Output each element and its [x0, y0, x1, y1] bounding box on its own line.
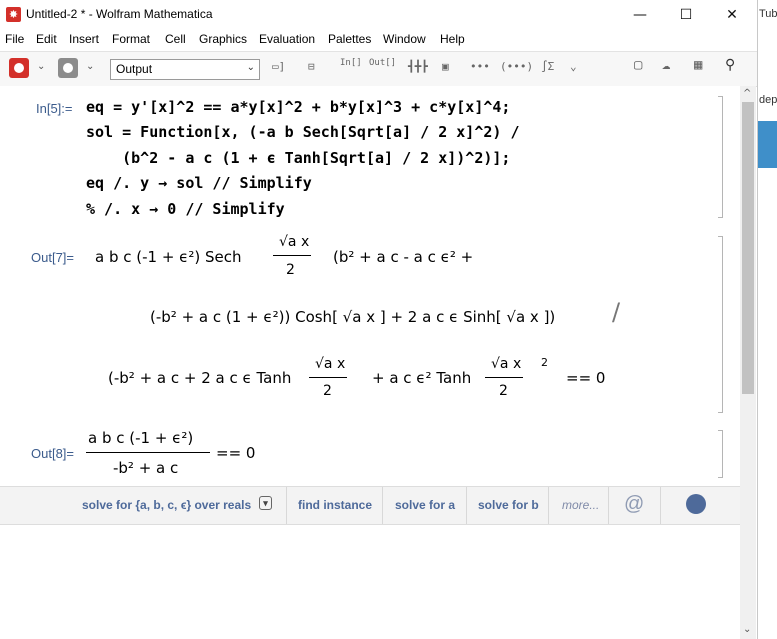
output-expression: (-b² + a c (1 + ϵ²)) Cosh[ √a x ] + 2 a … — [150, 308, 556, 326]
chevron-down-icon: ⌄ — [246, 62, 255, 73]
output-expression: 2 — [286, 262, 295, 278]
background-window-text: dep — [759, 94, 777, 106]
menu-file[interactable]: File — [5, 32, 24, 46]
division-slash: / — [612, 298, 621, 326]
vertical-scrollbar[interactable]: ^ ⌄ — [740, 86, 756, 639]
cloud-upload-icon[interactable]: ☁ — [662, 57, 670, 73]
input-line[interactable]: sol = Function[x, (-a b Sech[Sqrt[a] / 2… — [86, 123, 519, 141]
output-expression: 2 — [323, 383, 332, 399]
cell-bracket[interactable] — [718, 236, 723, 413]
output-label: Out[7]= — [31, 250, 74, 265]
menu-window[interactable]: Window — [383, 32, 426, 46]
input-line[interactable]: eq = y'[x]^2 == a*y[x]^2 + b*y[x]^3 + c*… — [86, 98, 510, 116]
output-expression: == 0 — [566, 369, 606, 387]
chevron-down-icon[interactable]: ⌄ — [37, 61, 45, 72]
output-expression: a b c (-1 + ϵ²) — [88, 429, 194, 447]
notebook-area: In[5]:= eq = y'[x]^2 == a*y[x]^2 + b*y[x… — [0, 86, 740, 486]
fraction-line — [485, 377, 523, 378]
minimize-button[interactable]: — — [617, 0, 663, 30]
divider — [286, 487, 287, 524]
output-expression: + a c ϵ² Tanh — [372, 369, 472, 387]
screenshot-icon[interactable]: ▣ — [442, 60, 449, 73]
keyboard-icon[interactable]: ▦ — [694, 57, 702, 73]
settings-icon[interactable] — [58, 58, 78, 78]
suggestion-find-instance[interactable]: find instance — [298, 498, 372, 512]
ellipsis-icon[interactable]: ••• — [470, 60, 490, 73]
bullets-icon[interactable]: (•••) — [500, 60, 533, 73]
menu-insert[interactable]: Insert — [69, 32, 99, 46]
chevron-down-icon[interactable]: ⌄ — [86, 61, 94, 72]
output-expression: √a x — [315, 356, 346, 372]
menu-format[interactable]: Format — [112, 32, 150, 46]
fraction-line — [309, 377, 347, 378]
integral-icon[interactable]: ∫Σ — [541, 60, 554, 73]
scroll-down-arrow-icon[interactable]: ⌄ — [743, 624, 751, 635]
output-expression: 2 — [499, 383, 508, 399]
chevron-down-icon[interactable]: ▾ — [259, 496, 272, 510]
suggestions-bar: solve for {a, b, c, ϵ} over reals ▾ find… — [0, 486, 740, 525]
background-window-accent — [757, 121, 777, 168]
background-window-text: Tub — [759, 8, 777, 20]
cell-group-icon[interactable]: ⊟ — [308, 60, 315, 73]
mathematica-window: ✸ Untitled-2 * - Wolfram Mathematica — ☐… — [0, 0, 758, 639]
output-expression: == 0 — [216, 444, 256, 462]
fraction-line — [86, 452, 210, 453]
input-line[interactable]: (b^2 - a c (1 + ϵ Tanh[Sqrt[a] / 2 x])^2… — [86, 149, 510, 167]
mathematica-logo-icon: ✸ — [6, 7, 21, 22]
suggestion-solve-reals[interactable]: solve for {a, b, c, ϵ} over reals — [82, 498, 251, 512]
output-expression: √a x — [491, 356, 522, 372]
input-label: In[5]:= — [36, 101, 73, 116]
inline-icon[interactable]: ┫╋┣ — [408, 60, 428, 73]
menu-help[interactable]: Help — [440, 32, 465, 46]
output-expression: (-b² + a c + 2 a c ϵ Tanh — [108, 369, 292, 387]
divider — [382, 487, 383, 524]
expand-icon[interactable]: ⌄ — [570, 60, 577, 73]
cell-bracket[interactable] — [718, 430, 723, 478]
input-template-icon[interactable]: In[] — [340, 58, 362, 68]
window-title: Untitled-2 * - Wolfram Mathematica — [26, 7, 213, 21]
search-icon[interactable]: ⚲ — [725, 57, 735, 73]
close-button[interactable]: ✕ — [709, 0, 755, 30]
menu-bar: File Edit Insert Format Cell Graphics Ev… — [0, 30, 757, 50]
gear-icon[interactable] — [9, 58, 29, 78]
suggestion-more[interactable]: more... — [562, 498, 599, 512]
menu-evaluation[interactable]: Evaluation — [259, 32, 315, 46]
notebook-toolbar: ⌄ ⌄ Output ⌄ ▭] ⊟ In[] Out[] ┫╋┣ ▣ ••• (… — [0, 51, 757, 87]
scroll-up-arrow-icon[interactable]: ^ — [743, 88, 751, 99]
divider — [466, 487, 467, 524]
menu-graphics[interactable]: Graphics — [199, 32, 247, 46]
comment-icon[interactable]: ▢ — [634, 57, 642, 73]
output-expression: a b c (-1 + ϵ²) Sech — [95, 248, 242, 266]
scrollbar-thumb[interactable] — [742, 102, 754, 394]
output-template-icon[interactable]: Out[] — [369, 58, 396, 68]
output-label: Out[8]= — [31, 446, 74, 461]
title-bar: ✸ Untitled-2 * - Wolfram Mathematica — ☐… — [0, 0, 757, 30]
output-expression: -b² + a c — [113, 459, 179, 477]
wolfram-alpha-icon[interactable]: @ — [624, 493, 644, 516]
divider — [548, 487, 549, 524]
input-line[interactable]: % /. x → 0 // Simplify — [86, 200, 285, 218]
cell-bracket[interactable] — [718, 96, 723, 218]
suggestion-solve-for-a[interactable]: solve for a — [395, 498, 455, 512]
output-expression: √a x — [279, 234, 310, 250]
suggestion-solve-for-b[interactable]: solve for b — [478, 498, 539, 512]
settings-icon[interactable] — [686, 494, 706, 514]
menu-palettes[interactable]: Palettes — [328, 32, 371, 46]
cell-style-value: Output — [116, 62, 153, 76]
menu-edit[interactable]: Edit — [36, 32, 57, 46]
menu-cell[interactable]: Cell — [165, 32, 186, 46]
output-expression: 2 — [541, 356, 548, 369]
divider — [608, 487, 609, 524]
fraction-line — [273, 255, 311, 256]
output-expression: (b² + a c - a c ϵ² + — [333, 248, 474, 266]
cell-style-dropdown[interactable]: Output ⌄ — [110, 59, 260, 80]
cell-bracket-icon[interactable]: ▭] — [272, 60, 285, 73]
maximize-button[interactable]: ☐ — [663, 0, 709, 30]
divider — [660, 487, 661, 524]
input-line[interactable]: eq /. y → sol // Simplify — [86, 174, 312, 192]
